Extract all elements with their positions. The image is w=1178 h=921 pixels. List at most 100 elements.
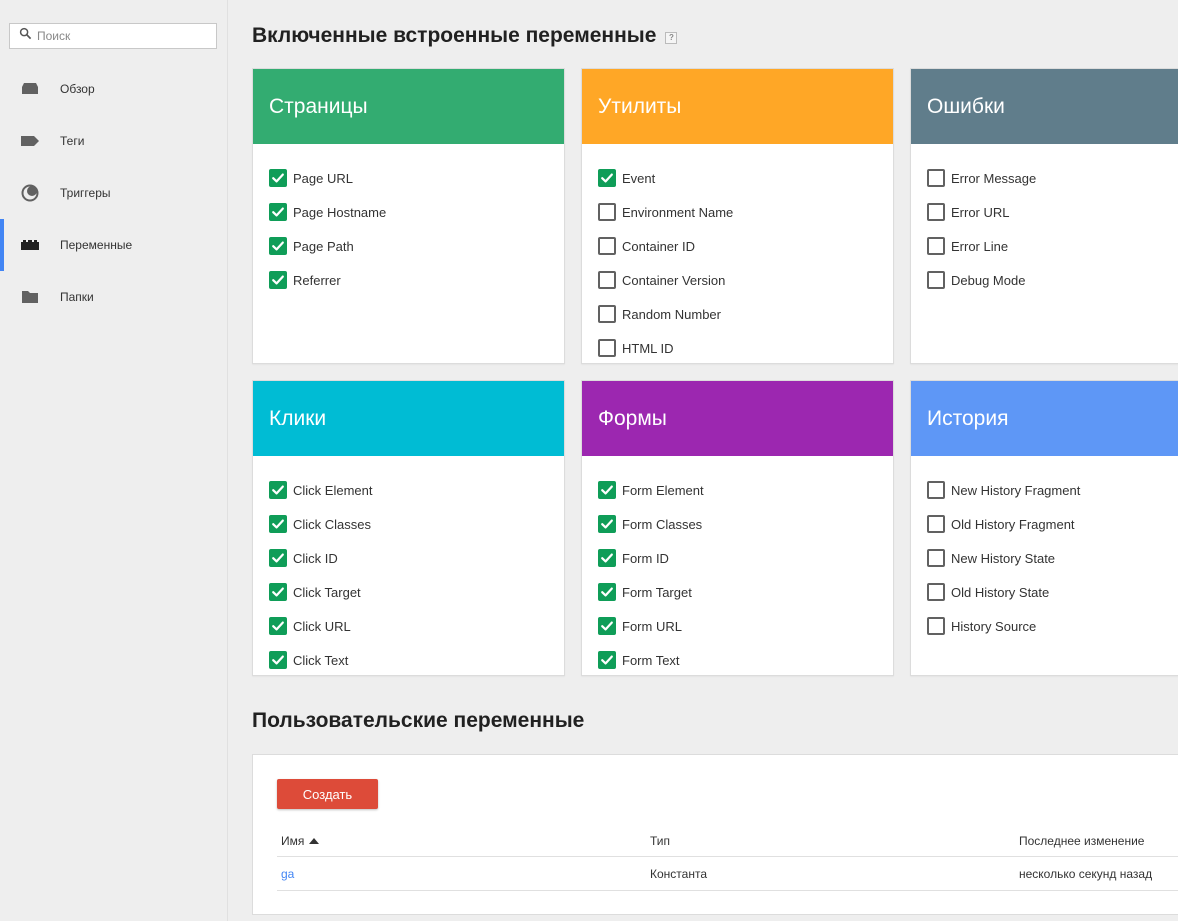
checkbox-unchecked[interactable] (927, 237, 945, 255)
variable-checkbox-row[interactable]: Random Number (598, 297, 893, 331)
variable-checkbox-row[interactable]: Page Path (269, 229, 564, 263)
variable-checkbox-row[interactable]: Referrer (269, 263, 564, 297)
checkbox-unchecked[interactable] (598, 339, 616, 357)
checkbox-unchecked[interactable] (927, 169, 945, 187)
variable-checkbox-row[interactable]: Form Element (598, 473, 893, 507)
checkbox-checked[interactable] (269, 203, 287, 221)
sidebar-item-tags[interactable]: Теги (0, 115, 228, 167)
checkbox-checked[interactable] (598, 651, 616, 669)
variable-checkbox-row[interactable]: Error Message (927, 161, 1178, 195)
search-input[interactable] (37, 29, 207, 43)
checkbox-checked[interactable] (598, 617, 616, 635)
checkmark-icon (272, 275, 284, 285)
sidebar-item-label: Обзор (60, 82, 95, 96)
checkbox-checked[interactable] (269, 169, 287, 187)
variable-checkbox-row[interactable]: Error Line (927, 229, 1178, 263)
checkbox-unchecked[interactable] (598, 237, 616, 255)
checkbox-unchecked[interactable] (927, 583, 945, 601)
builtin-variables-heading: Включенные встроенные переменные ? (252, 24, 678, 48)
checkbox-unchecked[interactable] (927, 549, 945, 567)
variable-checkbox-row[interactable]: Click Classes (269, 507, 564, 541)
search-box[interactable] (9, 23, 217, 49)
variable-checkbox-row[interactable]: Form ID (598, 541, 893, 575)
sidebar-item-folders[interactable]: Папки (0, 271, 228, 323)
sidebar-item-label: Папки (60, 290, 94, 304)
checkbox-checked[interactable] (269, 651, 287, 669)
column-header-name[interactable]: Имя (281, 825, 320, 856)
checkbox-label: Page Path (293, 238, 354, 254)
column-header-type[interactable]: Тип (650, 825, 670, 856)
card-body: New History Fragment Old History Fragment… (911, 456, 1178, 643)
variable-checkbox-row[interactable]: Form URL (598, 609, 893, 643)
checkbox-checked[interactable] (598, 515, 616, 533)
checkmark-icon (601, 655, 613, 665)
variable-checkbox-row[interactable]: History Source (927, 609, 1178, 643)
variable-checkbox-row[interactable]: Form Classes (598, 507, 893, 541)
checkbox-checked[interactable] (269, 549, 287, 567)
variable-checkbox-row[interactable]: New History Fragment (927, 473, 1178, 507)
checkbox-unchecked[interactable] (598, 203, 616, 221)
variable-checkbox-row[interactable]: Click ID (269, 541, 564, 575)
variable-checkbox-row[interactable]: Click URL (269, 609, 564, 643)
variable-checkbox-row[interactable]: Old History Fragment (927, 507, 1178, 541)
checkmark-icon (272, 241, 284, 251)
checkbox-label: Old History Fragment (951, 516, 1075, 532)
checkbox-checked[interactable] (269, 583, 287, 601)
variable-checkbox-row[interactable]: Page Hostname (269, 195, 564, 229)
variable-checkbox-row[interactable]: HTML ID (598, 331, 893, 365)
checkbox-label: Click Classes (293, 516, 372, 532)
help-icon[interactable]: ? (665, 31, 678, 44)
checkbox-checked[interactable] (269, 271, 287, 289)
variable-card: Утилиты Event Environment Name Container ID… (581, 68, 894, 364)
sidebar-item-overview[interactable]: Обзор (0, 63, 228, 115)
variable-checkbox-row[interactable]: Old History State (927, 575, 1178, 609)
variable-checkbox-row[interactable]: Environment Name (598, 195, 893, 229)
search-icon (19, 27, 32, 45)
checkmark-icon (601, 587, 613, 597)
column-header-modified[interactable]: Последнее изменение (1019, 825, 1144, 856)
checkbox-checked[interactable] (598, 549, 616, 567)
variable-checkbox-row[interactable]: Form Text (598, 643, 893, 677)
checkbox-unchecked[interactable] (927, 481, 945, 499)
variable-checkbox-row[interactable]: Page URL (269, 161, 564, 195)
checkbox-unchecked[interactable] (927, 203, 945, 221)
variable-checkbox-row[interactable]: Container ID (598, 229, 893, 263)
checkbox-label: Form Element (622, 482, 704, 498)
variable-card: Клики Click Element Click Classes Click ID C… (252, 380, 565, 676)
sidebar-item-variables[interactable]: Переменные (0, 219, 228, 271)
card-body: Page URL Page Hostname Page Path Referrer (253, 144, 564, 297)
checkbox-checked[interactable] (269, 481, 287, 499)
checkbox-checked[interactable] (269, 617, 287, 635)
variable-checkbox-row[interactable]: Form Target (598, 575, 893, 609)
checkbox-label: Error URL (951, 204, 1010, 220)
checkbox-unchecked[interactable] (598, 271, 616, 289)
variable-name-link[interactable]: ga (281, 867, 294, 881)
variable-checkbox-row[interactable]: Error URL (927, 195, 1178, 229)
checkbox-unchecked[interactable] (927, 271, 945, 289)
checkmark-icon (272, 655, 284, 665)
variable-checkbox-row[interactable]: Click Element (269, 473, 564, 507)
variable-checkbox-row[interactable]: Click Target (269, 575, 564, 609)
variable-checkbox-row[interactable]: Debug Mode (927, 263, 1178, 297)
checkbox-checked[interactable] (598, 583, 616, 601)
checkbox-label: Random Number (622, 306, 721, 322)
tag-icon (20, 131, 40, 151)
variable-card: Формы Form Element Form Classes Form ID Form… (581, 380, 894, 676)
table-row: ga Константа несколько секунд назад (277, 857, 1178, 891)
create-button[interactable]: Создать (277, 779, 378, 809)
checkbox-unchecked[interactable] (598, 305, 616, 323)
checkbox-unchecked[interactable] (927, 515, 945, 533)
sidebar-item-triggers[interactable]: Триггеры (0, 167, 228, 219)
variable-checkbox-row[interactable]: Container Version (598, 263, 893, 297)
trigger-icon (20, 183, 40, 203)
checkmark-icon (272, 519, 284, 529)
checkbox-checked[interactable] (269, 237, 287, 255)
variable-checkbox-row[interactable]: Click Text (269, 643, 564, 677)
variable-checkbox-row[interactable]: New History State (927, 541, 1178, 575)
checkbox-checked[interactable] (598, 481, 616, 499)
sidebar-item-label: Триггеры (60, 186, 111, 200)
checkbox-unchecked[interactable] (927, 617, 945, 635)
checkbox-checked[interactable] (598, 169, 616, 187)
variable-checkbox-row[interactable]: Event (598, 161, 893, 195)
checkbox-checked[interactable] (269, 515, 287, 533)
